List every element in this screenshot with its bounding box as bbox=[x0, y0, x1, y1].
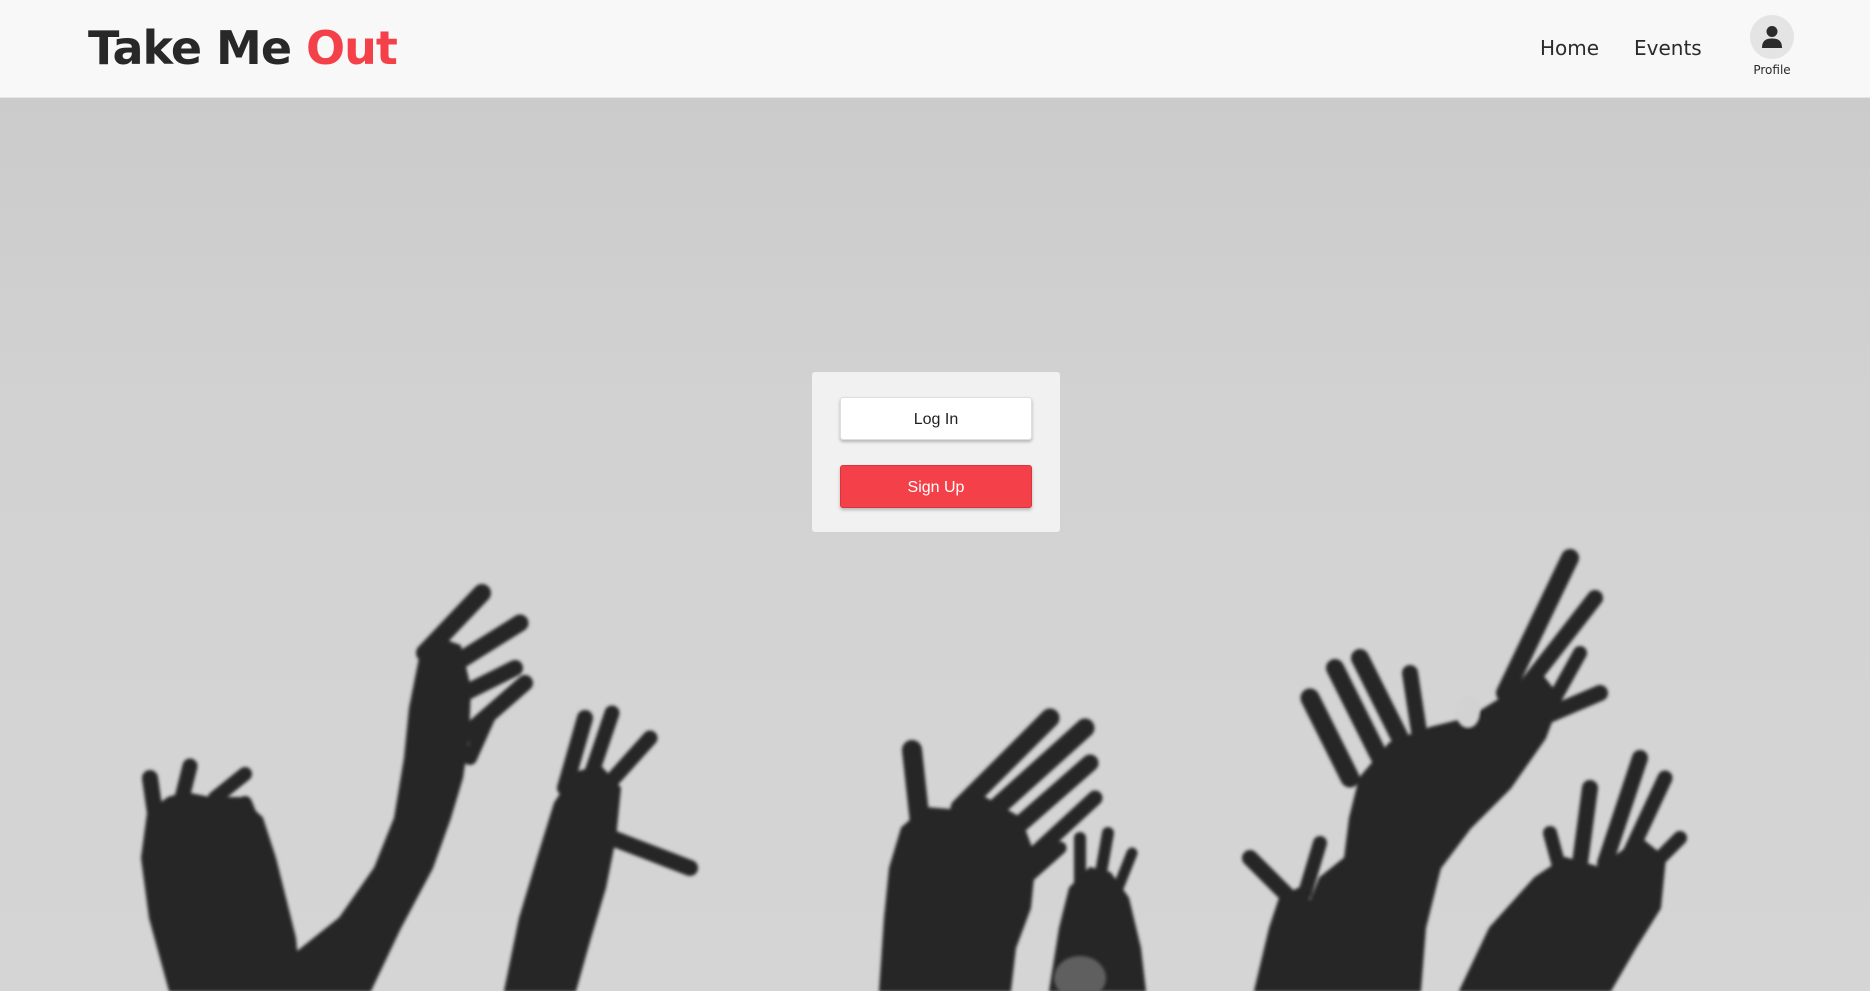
brand-logo[interactable]: Take Me Out bbox=[88, 18, 398, 78]
navbar: Take Me Out Home Events Profile bbox=[0, 0, 1870, 98]
hero-background: Log In Sign Up bbox=[0, 98, 1870, 991]
nav-link-events[interactable]: Events bbox=[1634, 34, 1702, 62]
login-button[interactable]: Log In bbox=[840, 397, 1032, 440]
profile-button[interactable]: Profile bbox=[1744, 15, 1800, 77]
profile-label: Profile bbox=[1753, 63, 1791, 77]
brand-title-main: Take Me bbox=[88, 21, 307, 75]
person-icon bbox=[1762, 26, 1782, 48]
brand-title-accent: Out bbox=[306, 21, 398, 75]
raised-hands-image bbox=[141, 549, 1687, 991]
auth-card: Log In Sign Up bbox=[812, 372, 1060, 532]
signup-button[interactable]: Sign Up bbox=[840, 465, 1032, 508]
avatar bbox=[1750, 15, 1794, 59]
nav-link-home[interactable]: Home bbox=[1540, 34, 1599, 62]
